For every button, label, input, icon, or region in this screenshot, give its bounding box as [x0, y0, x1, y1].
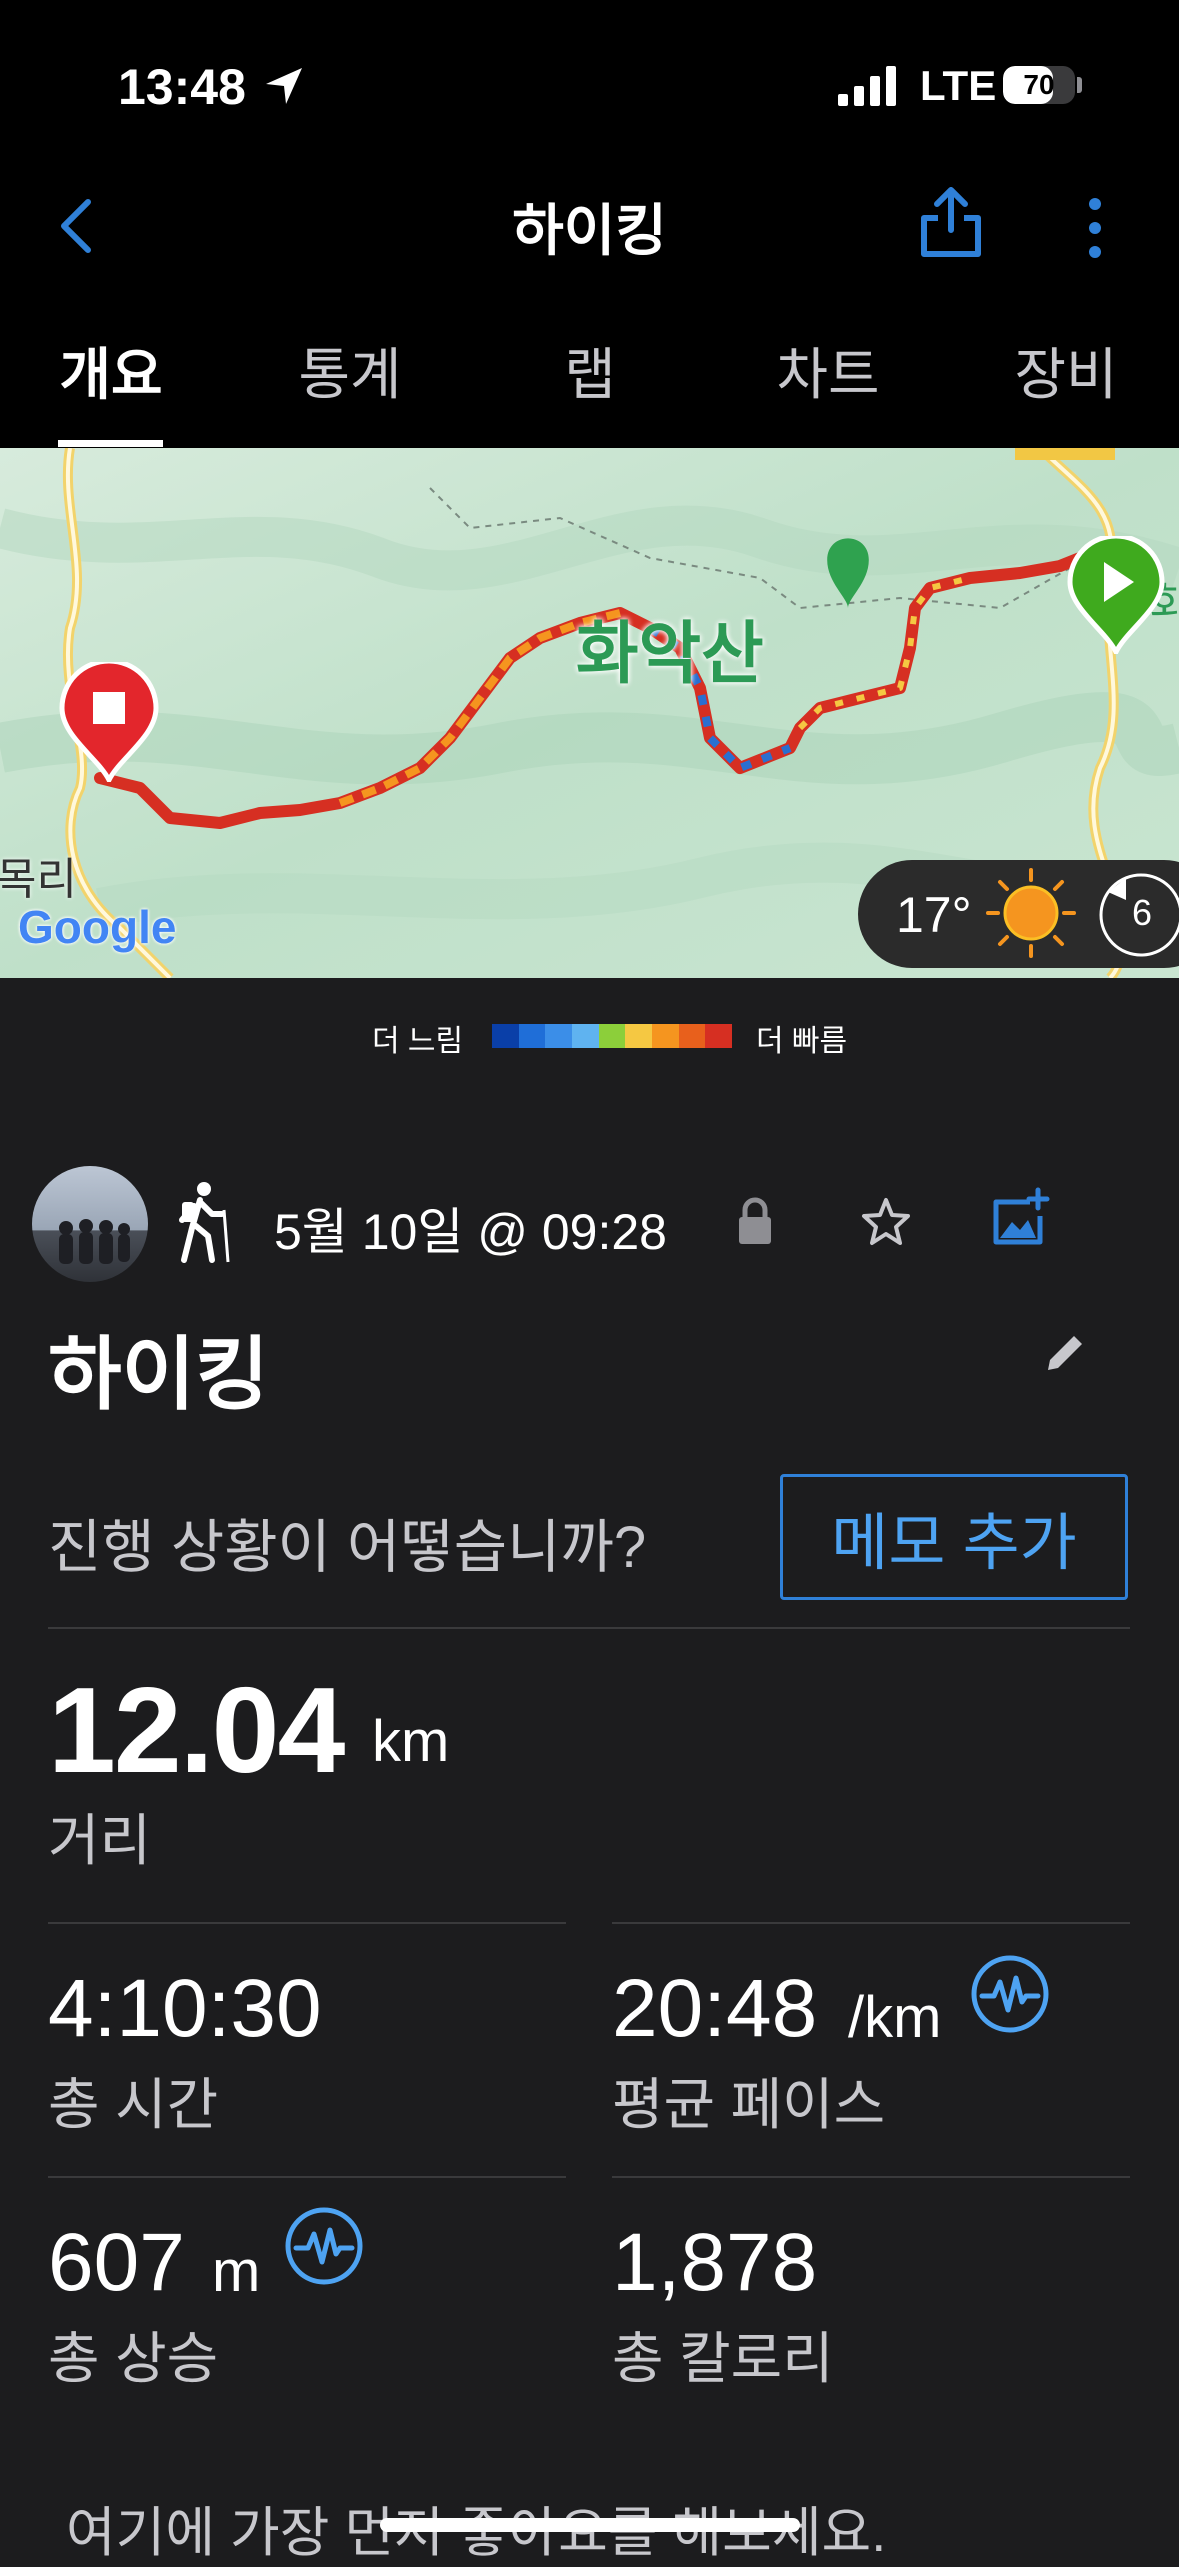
hiking-icon: [179, 1182, 230, 1263]
route-map[interactable]: 화악산 목리 화 Google 17° 6: [0, 448, 1179, 978]
legend-color-swatch: [652, 1024, 679, 1048]
add-photo-icon[interactable]: [990, 1186, 1050, 1250]
finish-marker-icon[interactable]: [58, 662, 160, 782]
divider: [612, 2176, 1130, 2178]
location-arrow-icon: [266, 68, 302, 104]
start-marker-icon[interactable]: [1066, 536, 1166, 654]
home-indicator: [380, 2518, 800, 2532]
performance-chart-icon[interactable]: [968, 1952, 1052, 2036]
battery-nub: [1077, 77, 1082, 93]
status-time: 13:48: [118, 59, 246, 115]
temperature: 17°: [896, 887, 972, 943]
divider: [48, 1922, 566, 1924]
avg-pace-label: 평균 페이스: [612, 2073, 886, 2136]
legend-slow-label: 더 느림: [372, 1025, 464, 1058]
pace-legend-bar: [492, 1024, 733, 1048]
place-label-left: 목리: [0, 855, 77, 904]
wind-speed: 6: [1132, 892, 1153, 933]
active-tab-indicator: [58, 440, 163, 447]
performance-chart-icon[interactable]: [282, 2204, 366, 2288]
tab-stats[interactable]: 통계: [250, 330, 450, 411]
total-calories-label: 총 칼로리: [612, 2327, 834, 2390]
add-memo-button[interactable]: 메모 추가: [780, 1474, 1128, 1600]
lock-icon[interactable]: [736, 1196, 774, 1246]
legend-color-swatch: [492, 1024, 519, 1048]
more-options-icon[interactable]: [1084, 196, 1106, 260]
divider: [48, 1627, 1130, 1629]
distance-value: 12.04: [48, 1662, 345, 1798]
tab-laps[interactable]: 랩: [490, 330, 690, 411]
total-time-label: 총 시간: [48, 2073, 219, 2136]
legend-color-swatch: [705, 1024, 733, 1048]
page-title: 하이킹: [512, 199, 667, 262]
battery-level: 70: [1023, 69, 1055, 100]
share-icon[interactable]: [918, 184, 984, 260]
legend-color-swatch: [572, 1024, 599, 1048]
divider: [612, 1922, 1130, 1924]
google-logo: Google: [18, 901, 177, 953]
total-calories-value: 1,878: [612, 2217, 818, 2308]
edit-pencil-icon[interactable]: [1040, 1328, 1090, 1378]
tab-charts[interactable]: 차트: [728, 330, 928, 411]
activity-title: 하이킹: [48, 1330, 269, 1419]
progress-prompt[interactable]: 진행 상황이 어떻습니까?: [48, 1500, 646, 1584]
sun-icon: [986, 868, 1076, 958]
total-ascent-label: 총 상승: [48, 2327, 219, 2390]
distance-label: 거리: [48, 1809, 152, 1872]
network-type: LTE: [920, 62, 997, 109]
activity-date: 5월 10일 @ 09:28: [274, 1204, 667, 1260]
legend-color-swatch: [625, 1024, 653, 1048]
total-ascent-value: 607: [48, 2217, 185, 2308]
tab-gear[interactable]: 장비: [966, 330, 1166, 411]
tab-overview[interactable]: 개요: [11, 330, 211, 411]
legend-color-swatch: [518, 1024, 546, 1048]
divider: [48, 2176, 566, 2178]
avg-pace-unit: /km: [848, 1985, 942, 2050]
legend-fast-label: 더 빠름: [756, 1025, 848, 1058]
legend-color-swatch: [678, 1024, 706, 1048]
battery-icon: 70: [1003, 66, 1075, 104]
avatar[interactable]: [32, 1166, 148, 1282]
legend-color-swatch: [545, 1024, 573, 1048]
distance-unit: km: [372, 1709, 450, 1774]
signal-icon: [838, 66, 896, 106]
peak-label: 화악산: [576, 616, 764, 692]
avg-pace-value: 20:48: [612, 1963, 818, 2054]
star-icon[interactable]: [860, 1196, 912, 1246]
legend-color-swatch: [598, 1024, 626, 1048]
total-time-value: 4:10:30: [48, 1963, 322, 2054]
total-ascent-unit: m: [212, 2239, 261, 2304]
